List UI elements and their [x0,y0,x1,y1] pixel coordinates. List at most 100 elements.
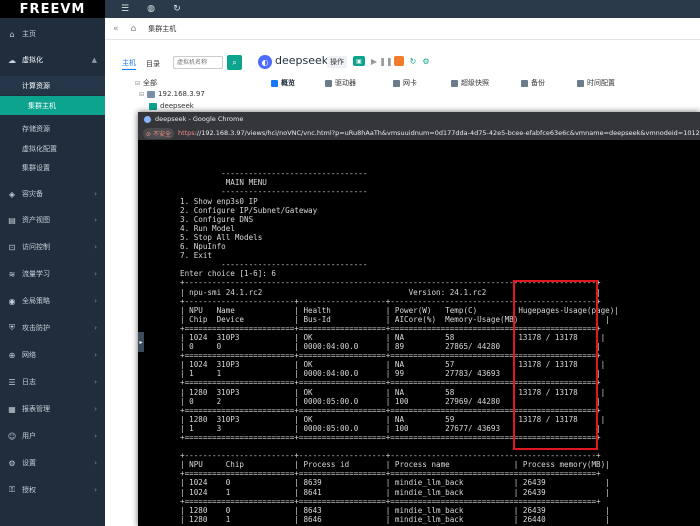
home-icon[interactable]: ⌂ [131,24,137,34]
subtab-overview[interactable]: 概览 [271,78,295,88]
sidebar-item-globe[interactable]: ◉ 全局策略 › [0,291,105,311]
tree-vm-label: deepseek [160,102,194,110]
deepseek-logo-icon: ◐ [258,55,272,69]
sidebar-item-gear[interactable]: ⚙ 设置 › [0,453,105,473]
tab-directory[interactable]: 目录 [146,59,160,69]
terminal-line: +========================+==============… [180,433,601,442]
chrome-address-bar[interactable]: ⊘ 不安全 https://192.168.3.97/views/hci/noV… [138,126,700,140]
restart-icon[interactable]: ↻ [408,56,418,66]
refresh-icon[interactable]: ↻ [171,4,183,14]
sidebar-item-key[interactable]: ⚿ 授权 › [0,480,105,500]
sidebar-item-label: 报表管理 [22,405,50,413]
sidebar-item-report[interactable]: ▦ 报表管理 › [0,399,105,419]
terminal-line: | npu-smi 24.1.rc2 Version: 24.1.rc2 | [180,287,601,297]
sidebar-item-home[interactable]: ⌂ 主页 [0,24,105,44]
settings-icon[interactable]: ⚙ [421,56,431,66]
subtab-label: 超级快照 [461,79,489,87]
sidebar-subitem[interactable]: 存储资源 [0,119,105,138]
url-text[interactable]: https://192.168.3.97/views/hci/noVNC/vnc… [178,129,700,137]
brand-logo[interactable]: FREEVM [0,0,105,18]
chevron-icon: › [94,459,97,467]
sidebar-item-cloud[interactable]: ☁ 虚拟化 ▲ [0,50,105,70]
sidebar-item-log[interactable]: ☰ 日志 › [0,372,105,392]
stop-icon[interactable] [394,56,404,66]
gear-icon: ⚙ [8,458,16,468]
sidebar-item-label: 访问控制 [22,243,50,251]
sidebar-item-label: 日志 [22,378,36,386]
sidebar-item-shield[interactable]: ◈ 容灾备 › [0,184,105,204]
subtab-backup[interactable]: 备份 [521,78,545,88]
insecure-badge[interactable]: ⊘ 不安全 [143,127,174,139]
subtab-label: 时间配置 [587,79,615,87]
subtab-label: 网卡 [403,79,417,87]
pause-icon[interactable]: ❚❚ [379,56,392,66]
vm-search-input[interactable] [173,56,223,69]
menu-icon[interactable]: ☰ [119,4,131,14]
terminal-line: +------------------------+--------------… [180,296,601,306]
chevron-icon: › [94,190,97,198]
terminal-line: | 1024 310P3 | OK | NA 57 13178 / 13178 … [180,360,606,370]
url-scheme: https [177,129,195,137]
sidebar-item-flow[interactable]: ≋ 流量学习 › [0,264,105,284]
collapse-icon[interactable]: « [113,24,119,34]
warning-icon: ⊘ [146,130,153,138]
globe-icon[interactable]: ◍ [145,4,157,14]
report-icon: ▦ [8,404,16,414]
sidebar-subitem[interactable]: 虚拟化配置 [0,139,105,158]
terminal-line: 5. Stop All Models [180,232,263,242]
sidebar-item-defense[interactable]: ⛨ 攻击防护 › [0,318,105,338]
sidebar-item-chart[interactable]: ▤ 资产视图 › [0,210,105,230]
sidebar-item-user[interactable]: ☺ 用户 › [0,426,105,446]
side-collapse-handle[interactable]: ▸ [138,332,144,352]
chevron-icon: › [94,270,97,278]
operation-button[interactable]: 操作 [327,56,347,68]
subtab-nic[interactable]: 网卡 [393,78,417,88]
terminal-line: MAIN MENU [180,178,267,188]
terminal-line: | 1024 1 | 8641 | mindie_llm_back | 2643… [180,487,610,497]
tree-host[interactable]: ⊟ 192.168.3.97 [139,90,205,98]
tree-vm[interactable]: deepseek [149,102,194,110]
server-icon [147,90,156,98]
globe-icon: ◉ [8,296,16,306]
sidebar-item-label: 网络 [22,351,36,359]
chevron-icon: ▲ [91,56,97,64]
nic-icon [393,79,400,87]
backup-icon [521,79,528,87]
top-bar: ☰ ◍ ↻ [105,0,700,18]
subtab-drives[interactable]: 驱动器 [325,78,356,88]
vm-header: ◐ deepseek 操作 ▣ ▶ ❚❚ ↻ ⚙ 概览 驱动器 网卡 超级快照 … [255,40,700,110]
sidebar: FREEVM ⌂ 主页 ☁ 虚拟化 ▲ ◈ 容灾备 › ▤ 资产视图 › ⊡ 访问控制 › ≋ 流量学习 › ◉ 全… [0,0,105,526]
collapse-toggle-icon[interactable]: ⊟ [135,80,140,87]
terminal-line: | 1 3 | 0000:05:00.0 | 100 27677/ 43693 … [180,423,601,433]
collapse-toggle-icon[interactable]: ⊟ [139,91,144,98]
tab-cluster-host[interactable]: 集群主机 [148,24,176,34]
tab-host[interactable]: 主机 [122,58,136,70]
sidebar-item-lock[interactable]: ⊡ 访问控制 › [0,237,105,257]
subtab-snapshot[interactable]: 超级快照 [451,78,489,88]
terminal-line: +---------------------------------------… [180,278,601,288]
play-icon[interactable]: ▶ [369,56,379,66]
sidebar-item-label: 流量学习 [22,270,50,278]
subtab-label: 驱动器 [335,79,356,87]
subtab-time[interactable]: 时间配置 [577,78,615,88]
sidebar-subitem[interactable]: 集群设置 [0,158,105,177]
chrome-app-icon [144,115,151,123]
url-rest: ://192.168.3.97/views/hci/noVNC/vnc.html… [194,129,700,137]
console-icon[interactable]: ▣ [353,56,365,66]
terminal-output: -------------------------------- MAIN ME… [180,160,700,526]
vnc-terminal[interactable]: -------------------------------- MAIN ME… [180,142,700,526]
tree-host-label: 192.168.3.97 [158,90,205,98]
user-icon: ☺ [7,431,17,441]
chrome-title-bar[interactable]: deepseek - Google Chrome [138,112,700,126]
vm-title: deepseek [275,54,329,67]
sidebar-subitem[interactable]: 集群主机 [0,96,105,115]
terminal-line: -------------------------------- [180,187,368,197]
chevron-icon: › [94,324,97,332]
sidebar-item-label: 虚拟化 [22,56,43,64]
tree-root[interactable]: ⊟ 全部 [135,78,157,88]
search-button[interactable]: ⌕ [227,55,242,70]
sidebar-subitem[interactable]: 计算资源 [0,76,105,95]
sidebar-item-network[interactable]: ⊕ 网络 › [0,345,105,365]
